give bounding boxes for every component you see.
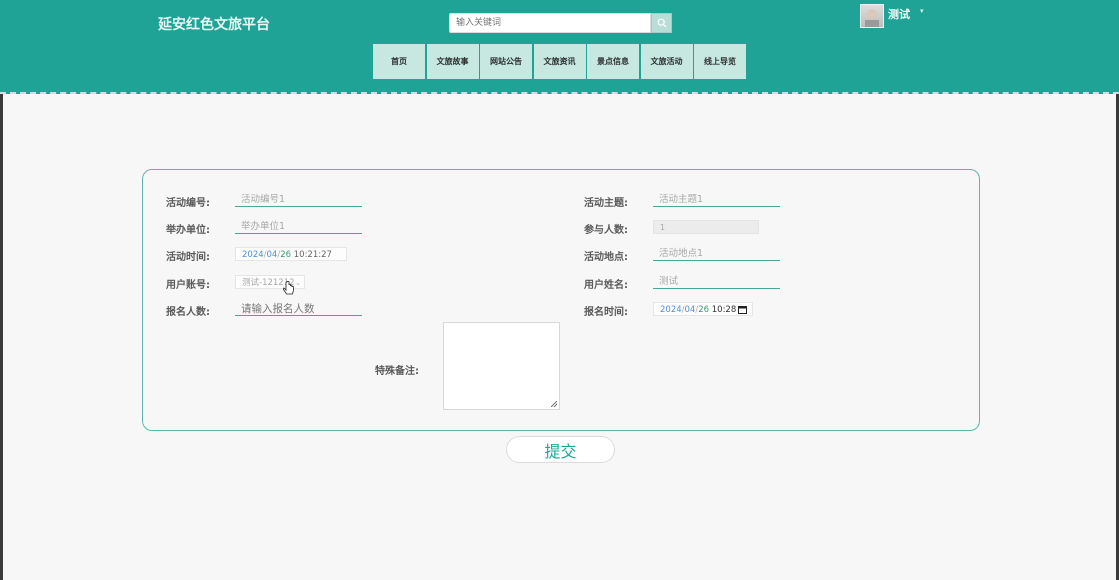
activity-time-month: 04 <box>266 250 278 260</box>
signup-time-day: 26 <box>698 305 710 315</box>
user-name-label: 用户姓名: <box>584 280 628 291</box>
signup-time-field[interactable]: 2024/04/26 10:28 <box>653 302 753 316</box>
signup-count-input[interactable]: 请输入报名人数 <box>235 302 362 316</box>
nav-item-activities[interactable]: 文旅活动 <box>640 44 693 79</box>
user-avatar-icon <box>865 9 879 27</box>
activity-time-field[interactable]: 2024/04/26 10:21:27 <box>235 247 347 261</box>
search-icon <box>657 18 666 28</box>
user-name-field[interactable]: 测试 <box>653 275 780 289</box>
user-name[interactable]: 测试 <box>888 6 910 22</box>
activity-time-day: 26 <box>280 250 292 260</box>
activity-theme-field[interactable]: 活动主题1 <box>653 193 780 207</box>
organizer-field[interactable]: 举办单位1 <box>235 220 362 234</box>
header: 延安红色文旅平台 测试 ▾ 首页 文旅故事 网站公告 文旅资讯 景点信息 文旅活… <box>0 0 1119 94</box>
chevron-down-icon: ⌄ <box>295 279 301 287</box>
participants-label: 参与人数: <box>584 225 628 236</box>
signup-count-label: 报名人数: <box>166 307 210 318</box>
hand-cursor-icon <box>283 281 294 295</box>
activity-place-label: 活动地点: <box>584 252 628 263</box>
remarks-label: 特殊备注: <box>375 366 419 377</box>
chevron-down-icon[interactable]: ▾ <box>920 7 924 15</box>
nav-item-scenic-spots[interactable]: 景点信息 <box>587 44 639 79</box>
organizer-label: 举办单位: <box>166 225 210 236</box>
signup-time-year: 2024 <box>660 305 682 315</box>
signup-time-month: 04 <box>684 305 696 315</box>
activity-place-field[interactable]: 活动地点1 <box>653 247 780 261</box>
signup-form-card <box>142 169 980 431</box>
remarks-textarea[interactable] <box>443 322 560 410</box>
resize-grip-icon[interactable] <box>551 401 557 407</box>
activity-time-label: 活动时间: <box>166 252 210 263</box>
calendar-icon[interactable] <box>738 305 747 314</box>
activity-no-field[interactable]: 活动编号1 <box>235 193 362 207</box>
user-account-label: 用户账号: <box>166 280 210 291</box>
participants-field[interactable]: 1 <box>653 220 759 234</box>
main-nav: 首页 文旅故事 网站公告 文旅资讯 景点信息 文旅活动 线上导览 <box>373 44 748 79</box>
search-button[interactable] <box>651 13 672 33</box>
activity-no-label: 活动编号: <box>166 198 210 209</box>
activity-time-clock: 10:21:27 <box>293 250 332 260</box>
signup-time-clock: 10:28 <box>711 305 737 315</box>
nav-item-news[interactable]: 文旅资讯 <box>533 44 586 79</box>
nav-item-online-tour[interactable]: 线上导览 <box>694 44 746 79</box>
activity-theme-label: 活动主题: <box>584 198 628 209</box>
activity-time-year: 2024 <box>242 250 264 260</box>
submit-button[interactable]: 提交 <box>506 436 615 463</box>
site-title: 延安红色文旅平台 <box>158 17 270 33</box>
avatar[interactable] <box>860 4 884 28</box>
nav-item-notices[interactable]: 网站公告 <box>480 44 532 79</box>
nav-item-stories[interactable]: 文旅故事 <box>426 44 479 79</box>
search-input[interactable] <box>449 13 651 33</box>
signup-time-label: 报名时间: <box>584 307 628 318</box>
nav-item-home[interactable]: 首页 <box>373 44 425 79</box>
